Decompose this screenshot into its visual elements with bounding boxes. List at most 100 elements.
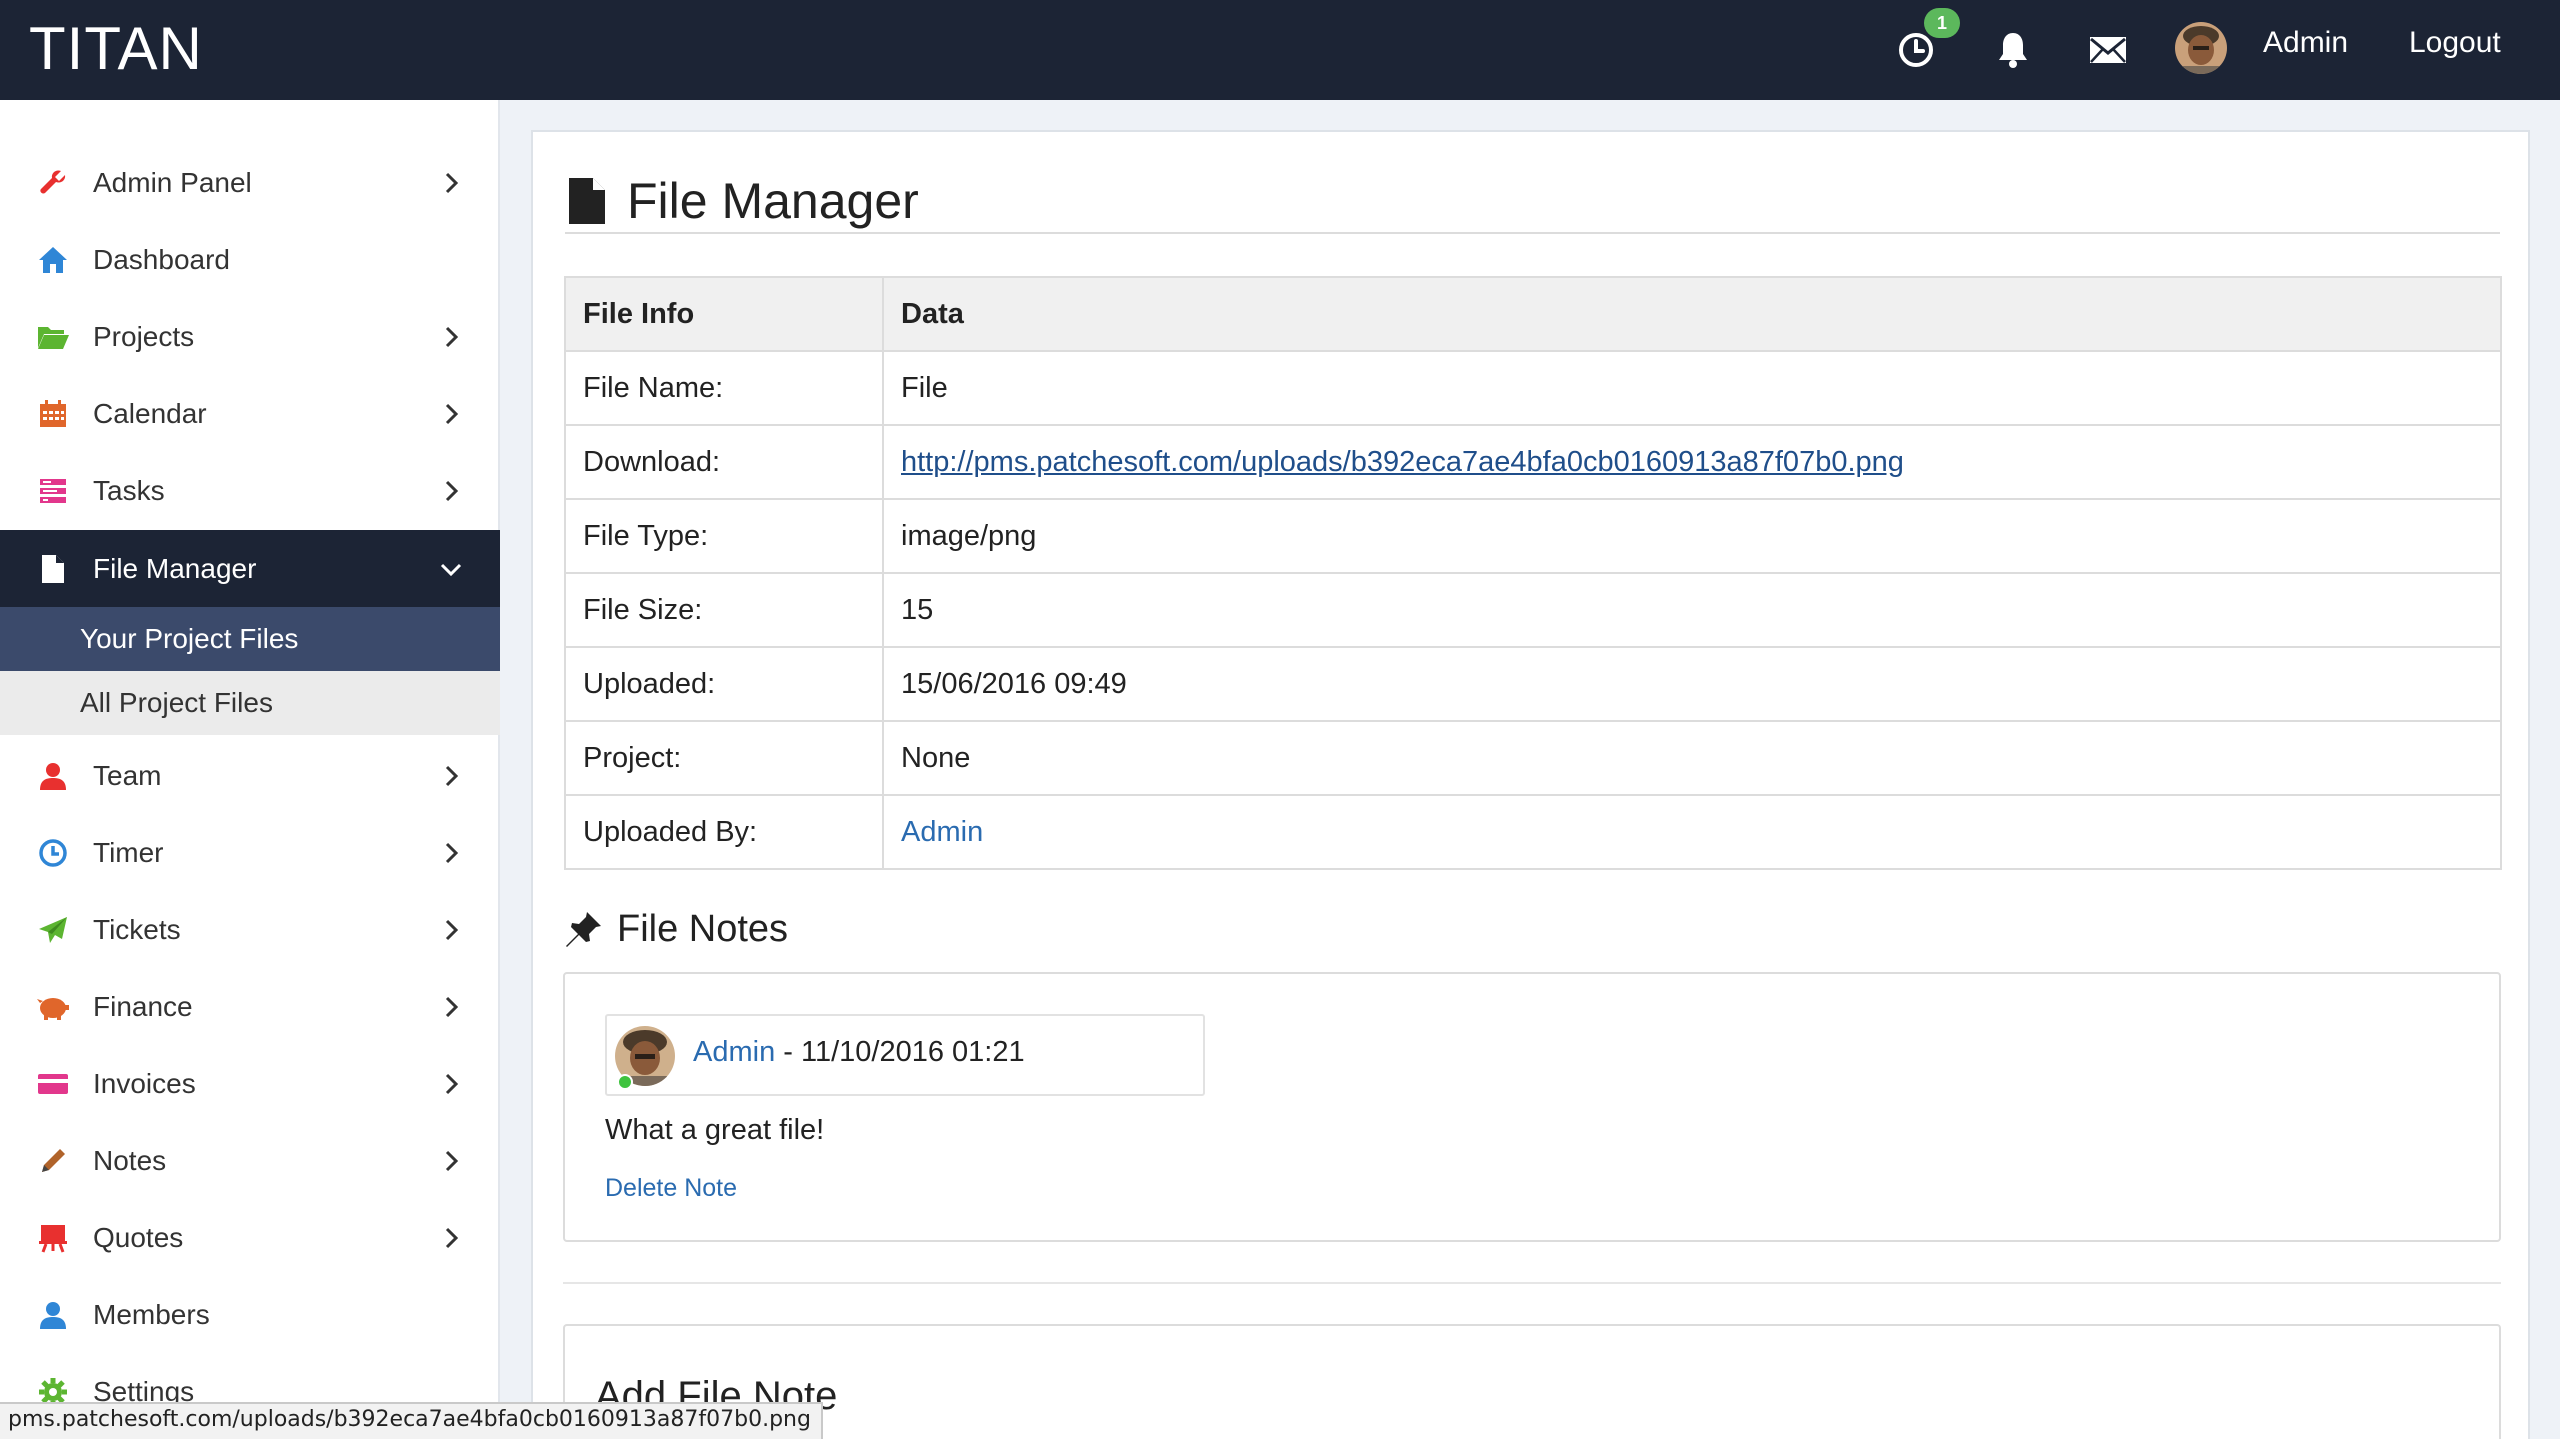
delete-note-link[interactable]: Delete Note [605, 1174, 737, 1203]
sidebar-subitem-label: All Project Files [80, 687, 273, 718]
row-value-cell: http://pms.patchesoft.com/uploads/b392ec… [882, 424, 2502, 500]
notifications-button[interactable] [1985, 22, 2041, 78]
sidebar-item-label: Admin Panel [93, 166, 252, 198]
page-title: File Manager [627, 173, 919, 229]
row-value-cell: Admin [882, 794, 2502, 870]
sidebar-item-members[interactable]: Members [0, 1276, 500, 1353]
note-author-link[interactable]: Admin [693, 1036, 775, 1068]
row-value: 15/06/2016 09:49 [882, 646, 2502, 722]
file-icon [36, 552, 70, 586]
user-icon [36, 759, 70, 793]
chevron-right-icon [445, 403, 459, 424]
browser-status-bar: pms.patchesoft.com/uploads/b392eca7ae4bf… [0, 1402, 823, 1439]
sidebar-item-team[interactable]: Team [0, 737, 500, 814]
column-header: File Info [564, 276, 884, 352]
bell-icon [1999, 33, 2027, 68]
sidebar-subitem-your-project-files[interactable]: Your Project Files [0, 607, 500, 671]
sidebar-item-label: Team [93, 759, 162, 791]
user-avatar[interactable] [2175, 22, 2227, 74]
uploader-link[interactable]: Admin [901, 816, 983, 848]
sidebar-item-finance[interactable]: Finance [0, 968, 500, 1045]
sidebar-item-quotes[interactable]: Quotes [0, 1199, 500, 1276]
row-value: 15 [882, 572, 2502, 648]
chevron-down-icon [440, 563, 462, 576]
sidebar-item-file-manager[interactable]: File Manager [0, 530, 500, 607]
avatar-image [2175, 22, 2227, 74]
chevron-right-icon [445, 172, 459, 193]
wrench-icon [36, 166, 70, 200]
page-header: File Manager [565, 172, 2500, 234]
clock-icon [1899, 33, 1933, 67]
sidebar-item-admin-panel[interactable]: Admin Panel [0, 144, 500, 221]
row-key: File Size: [564, 572, 884, 648]
user-icon [36, 1298, 70, 1332]
paper-plane-icon [36, 913, 70, 947]
chevron-right-icon [445, 842, 459, 863]
section-title: File Notes [617, 908, 789, 950]
note-header: Admin - 11/10/2016 01:21 [605, 1014, 1205, 1096]
chevron-right-icon [445, 765, 459, 786]
chevron-right-icon [445, 480, 459, 501]
calendar-icon [36, 397, 70, 431]
sidebar-item-label: Invoices [93, 1067, 196, 1099]
sidebar-item-tasks[interactable]: Tasks [0, 452, 500, 529]
sidebar-item-label: Dashboard [93, 243, 230, 275]
sidebar-item-timer[interactable]: Timer [0, 814, 500, 891]
sidebar-item-calendar[interactable]: Calendar [0, 375, 500, 452]
row-key: File Name: [564, 350, 884, 426]
user-name-link[interactable]: Admin [2263, 26, 2348, 60]
folder-open-icon [36, 320, 70, 354]
chevron-right-icon [445, 919, 459, 940]
row-key: Uploaded By: [564, 794, 884, 870]
sidebar-item-label: Members [93, 1298, 210, 1330]
top-navbar: TITAN 1 Admin Logout [0, 0, 2560, 100]
timer-count-badge: 1 [1924, 8, 1960, 38]
note-body: What a great file! [605, 1114, 825, 1146]
envelope-icon [2090, 37, 2126, 63]
row-key: Project: [564, 720, 884, 796]
logout-link[interactable]: Logout [2409, 26, 2501, 60]
row-key: Download: [564, 424, 884, 500]
table-row: File Type: image/png [564, 498, 2502, 574]
online-status-indicator [617, 1074, 633, 1090]
table-row: Project: None [564, 720, 2502, 796]
row-key: File Type: [564, 498, 884, 574]
messages-button[interactable] [2080, 22, 2136, 78]
sidebar-subitem-label: Your Project Files [80, 623, 299, 654]
chevron-right-icon [445, 1227, 459, 1248]
table-row: File Name: File [564, 350, 2502, 426]
note-date: - 11/10/2016 01:21 [775, 1036, 1025, 1068]
sidebar-item-projects[interactable]: Projects [0, 298, 500, 375]
sidebar-item-invoices[interactable]: Invoices [0, 1045, 500, 1122]
pushpin-icon [566, 911, 601, 947]
chevron-right-icon [445, 1150, 459, 1171]
sidebar-item-label: Finance [93, 990, 193, 1022]
sidebar-item-label: File Manager [93, 552, 257, 584]
chevron-right-icon [445, 1073, 459, 1094]
sidebar-item-tickets[interactable]: Tickets [0, 891, 500, 968]
chevron-right-icon [445, 996, 459, 1017]
table-header-row: File Info Data [564, 276, 2502, 352]
column-header: Data [882, 276, 2502, 352]
sidebar-subitem-all-project-files[interactable]: All Project Files [0, 671, 500, 735]
row-key: Uploaded: [564, 646, 884, 722]
table-row: Download: http://pms.patchesoft.com/uplo… [564, 424, 2502, 500]
brand-logo[interactable]: TITAN [29, 14, 203, 83]
timer-button[interactable]: 1 [1888, 8, 1960, 78]
file-notes-heading: File Notes [563, 908, 788, 951]
table-row: Uploaded: 15/06/2016 09:49 [564, 646, 2502, 722]
sidebar-item-notes[interactable]: Notes [0, 1122, 500, 1199]
sidebar-item-label: Quotes [93, 1221, 184, 1253]
chevron-right-icon [445, 326, 459, 347]
clock-icon [36, 836, 70, 870]
sidebar: Admin Panel Dashboard Projects Calendar … [0, 100, 500, 1439]
file-info-table: File Info Data File Name: File Download:… [564, 276, 2502, 870]
sidebar-item-dashboard[interactable]: Dashboard [0, 221, 500, 298]
main-panel: File Manager File Info Data File Name: F… [531, 130, 2530, 1439]
sidebar-item-label: Tickets [93, 913, 181, 945]
notes-container: Admin - 11/10/2016 01:21 What a great fi… [563, 972, 2501, 1242]
download-link[interactable]: http://pms.patchesoft.com/uploads/b392ec… [901, 446, 1904, 478]
add-note-container: Add File Note [563, 1324, 2501, 1439]
sidebar-item-label: Tasks [93, 474, 165, 506]
table-row: Uploaded By: Admin [564, 794, 2502, 870]
